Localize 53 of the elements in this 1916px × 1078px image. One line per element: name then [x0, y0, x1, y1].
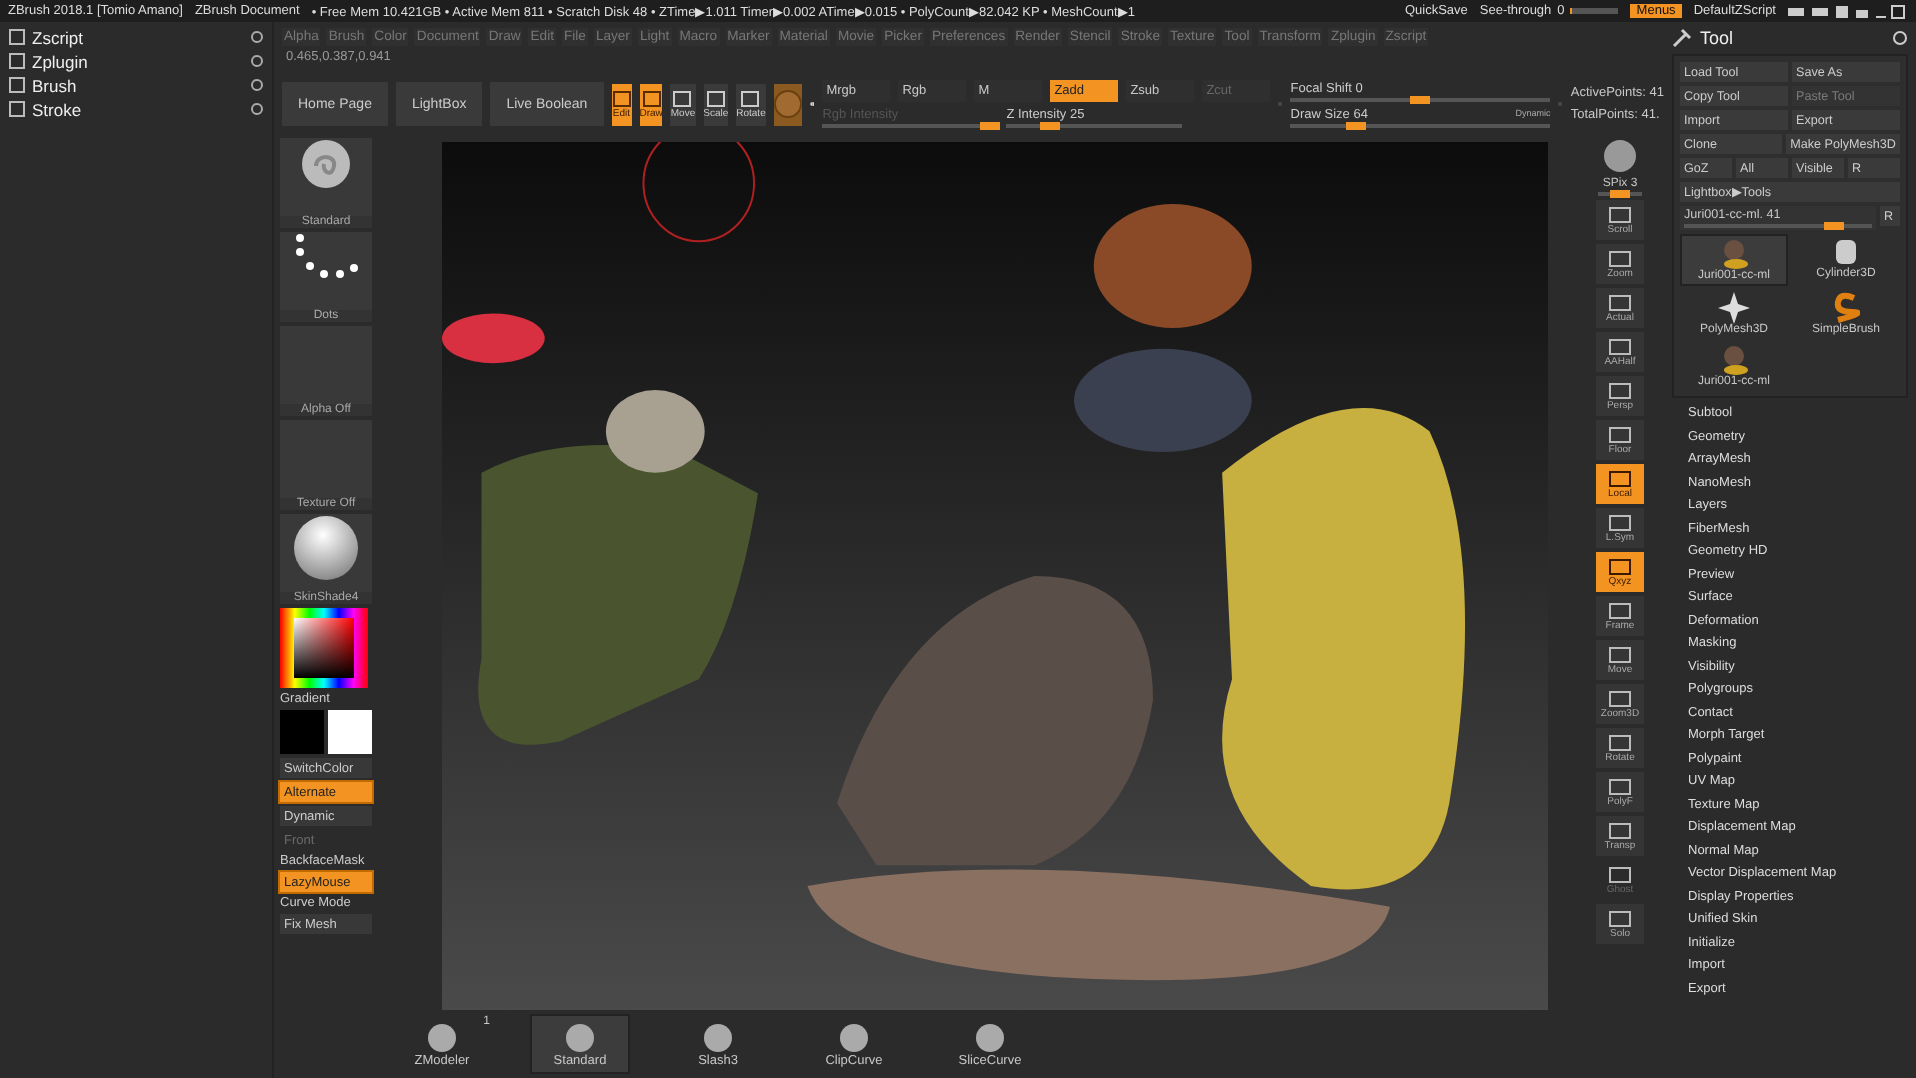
brush-sphere-icon [838, 1021, 870, 1053]
view-icon [1608, 469, 1632, 487]
palette-title: Tool [1700, 28, 1736, 48]
sphere-icon [290, 514, 362, 582]
slider-thumb[interactable] [1345, 121, 1366, 129]
brush-sphere-icon [564, 1021, 596, 1053]
star-icon [1718, 292, 1750, 324]
slider-thumb[interactable] [1410, 95, 1431, 103]
color-picker[interactable] [280, 608, 368, 688]
slider-thumb[interactable] [1824, 222, 1845, 230]
view-icon [1608, 733, 1632, 751]
cylinder-icon [1832, 236, 1860, 268]
view-icon [1608, 909, 1632, 927]
view-icon [1608, 777, 1632, 795]
view-icon [1608, 249, 1632, 267]
view-icon [1608, 601, 1632, 619]
hammer-icon [1672, 28, 1692, 48]
view-icon [1608, 293, 1632, 311]
view-icon [1608, 205, 1632, 223]
brush-sphere-icon [702, 1021, 734, 1053]
view-icon [1608, 381, 1632, 399]
palette-item[interactable]: Brush [8, 74, 264, 96]
brush-sphere-icon [974, 1021, 1006, 1053]
view-icon [1608, 645, 1632, 663]
main-color-swatch[interactable] [280, 710, 324, 754]
view-icon [1608, 425, 1632, 443]
material-button[interactable] [773, 83, 802, 125]
view-icon [1608, 557, 1632, 575]
secondary-color-swatch[interactable] [328, 710, 372, 754]
tool-icon [641, 89, 662, 107]
slider-thumb[interactable] [1040, 122, 1061, 130]
tool-icon [611, 89, 632, 107]
palette-item[interactable]: Zscript [8, 26, 264, 48]
palette-item[interactable]: Zplugin [8, 50, 264, 72]
brush-icon [296, 138, 356, 190]
view-icon [1608, 513, 1632, 531]
sphere-button-icon[interactable] [1602, 138, 1638, 174]
refresh-icon[interactable] [1892, 30, 1908, 46]
slider-thumb[interactable] [1610, 190, 1630, 198]
view-icon [1608, 821, 1632, 839]
window-controls-icon[interactable] [1788, 3, 1908, 19]
tool-icon [672, 89, 693, 107]
tool-icon [740, 89, 761, 107]
brush-cursor [642, 142, 756, 243]
brush-sphere-icon [426, 1021, 458, 1053]
s-letter-icon [1832, 292, 1860, 324]
view-icon [1608, 689, 1632, 707]
see-through-slider[interactable] [1570, 8, 1619, 14]
view-icon [1608, 865, 1632, 883]
view-icon [1608, 337, 1632, 355]
palette-item[interactable]: Stroke [8, 98, 264, 120]
tool-icon [705, 89, 726, 107]
dots-icon [290, 232, 362, 284]
